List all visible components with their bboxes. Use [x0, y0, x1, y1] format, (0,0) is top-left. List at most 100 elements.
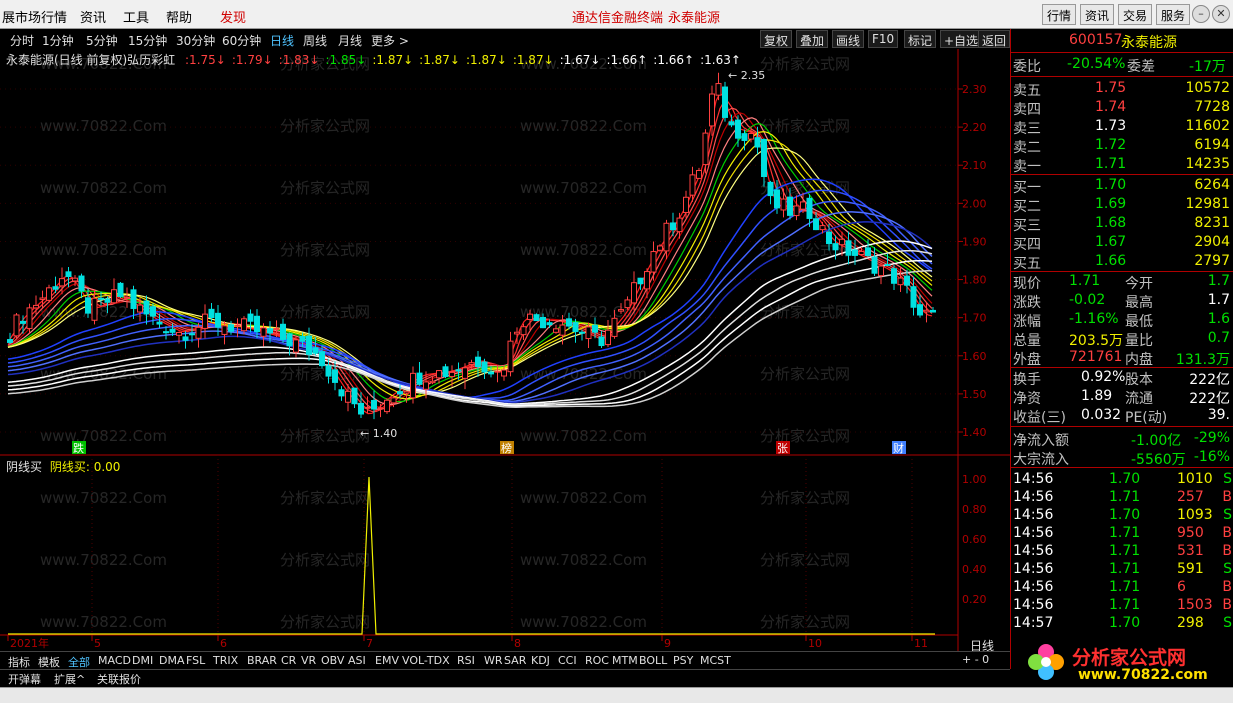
minimize-icon[interactable]: – — [1192, 5, 1210, 23]
tab-cci[interactable]: CCI — [558, 654, 577, 667]
period-more[interactable]: 更多 > — [371, 32, 409, 49]
rainbow-value: :1.87↓ — [419, 53, 460, 67]
tick-side: S — [1223, 615, 1232, 631]
tab-vr[interactable]: VR — [301, 654, 316, 667]
event-badge-label: 财 — [893, 441, 904, 455]
chart-title: 永泰能源(日线 前复权)弘历彩虹 — [6, 53, 176, 67]
candle-body — [553, 328, 559, 333]
candle-body — [878, 265, 884, 277]
f10-button[interactable]: F10 — [868, 30, 899, 48]
quote-label: 最低 — [1125, 314, 1153, 330]
tab-rsi[interactable]: RSI — [457, 654, 475, 667]
tab-vol-tdx[interactable]: VOL-TDX — [402, 654, 450, 667]
period-1min[interactable]: 1分钟 — [42, 32, 74, 49]
tab-roc[interactable]: ROC — [585, 654, 609, 667]
candle-body — [293, 339, 299, 353]
ask-label: 卖二 — [1013, 140, 1041, 156]
tab-wr[interactable]: WR — [484, 654, 503, 667]
period-5min[interactable]: 5分钟 — [86, 32, 118, 49]
tab-sar[interactable]: SAR — [504, 654, 526, 667]
expand-button[interactable]: 扩展^ — [54, 671, 85, 687]
bid-label: 买三 — [1013, 218, 1041, 234]
candle-body — [208, 308, 215, 319]
news-button[interactable]: 资讯 — [1080, 4, 1115, 25]
bid-volume: 8231 — [1194, 215, 1230, 231]
candle-body — [371, 400, 377, 410]
period-15min[interactable]: 15分钟 — [128, 32, 167, 49]
tab-kdj[interactable]: KDJ — [531, 654, 550, 667]
period-minute[interactable]: 分时 — [10, 32, 34, 49]
price-tick-label: 1.90 — [962, 235, 987, 248]
menu-bar: 展市场行情 资讯 工具 帮助 发现 通达信金融终端 永泰能源 行情 资讯 交易 … — [0, 0, 1233, 29]
period-60min[interactable]: 60分钟 — [222, 32, 261, 49]
tab-psy[interactable]: PSY — [673, 654, 693, 667]
candle-body — [689, 174, 696, 196]
tab-模板[interactable]: 模板 — [38, 654, 60, 670]
menu-discover[interactable]: 发现 — [220, 7, 246, 26]
price-tick-label: 2.20 — [962, 121, 987, 134]
quote-row: 卖三 1.73 11602 — [1011, 117, 1233, 137]
candle-body — [13, 314, 20, 337]
tab-boll[interactable]: BOLL — [639, 654, 667, 667]
tick-price: 1.71 — [1109, 579, 1141, 595]
candle-body — [585, 326, 592, 340]
menu-help[interactable]: 帮助 — [166, 7, 192, 26]
tab-emv[interactable]: EMV — [375, 654, 399, 667]
back-button[interactable]: 返回 — [978, 30, 1010, 48]
tab-macd[interactable]: MACD — [98, 654, 131, 667]
divider — [1011, 52, 1233, 53]
candle-body — [611, 317, 618, 337]
add-watchlist-button[interactable]: +自选 — [940, 30, 983, 48]
watermark-text: 分析家公式网 — [760, 551, 850, 569]
draw-button[interactable]: 画线 — [832, 30, 865, 48]
candle-body — [923, 309, 930, 313]
kline-chart[interactable]: www.70822.Com 分析家公式网 www.70822.Com 分析家公式网 ww… — [0, 49, 1010, 651]
watermark-text: 分析家公式网 — [760, 55, 850, 73]
tab-指标[interactable]: 指标 — [8, 654, 30, 670]
tab-dmi[interactable]: DMI — [132, 654, 153, 667]
tab-brar[interactable]: BRAR — [247, 654, 277, 667]
menu-market[interactable]: 展市场行情 — [2, 7, 67, 26]
indicator-tick-label: 0.60 — [962, 533, 987, 546]
zoom-controls[interactable]: + - 0 — [962, 653, 989, 666]
tab-cr[interactable]: CR — [281, 654, 296, 667]
candle-body — [26, 307, 33, 329]
adjust-button[interactable]: 复权 — [760, 30, 793, 48]
rainbow-value: :1.63↑ — [700, 53, 741, 67]
candle-body — [917, 304, 923, 316]
event-badge-label: 榜 — [501, 441, 512, 455]
tab-trix[interactable]: TRIX — [213, 654, 238, 667]
quote-row: 净流入额 -1.00亿 -29% — [1011, 429, 1233, 449]
candle-body — [715, 83, 722, 96]
period-daily[interactable]: 日线 — [270, 32, 294, 49]
rainbow-value: :1.66↑ — [653, 53, 695, 67]
tab-mcst[interactable]: MCST — [700, 654, 731, 667]
candle-body — [650, 251, 657, 273]
tick-volume: 591 — [1177, 561, 1204, 577]
close-icon[interactable]: ✕ — [1212, 5, 1230, 23]
tab-dma[interactable]: DMA — [159, 654, 185, 667]
danmaku-button[interactable]: 开弹幕 — [8, 671, 41, 687]
candle-body — [202, 313, 208, 329]
tab-obv[interactable]: OBV — [321, 654, 344, 667]
service-button[interactable]: 服务 — [1156, 4, 1191, 25]
period-30min[interactable]: 30分钟 — [176, 32, 215, 49]
overlay-button[interactable]: 叠加 — [796, 30, 829, 48]
tab-fsl[interactable]: FSL — [186, 654, 205, 667]
tab-mtm[interactable]: MTM — [612, 654, 638, 667]
menu-tools[interactable]: 工具 — [123, 7, 149, 26]
tab-全部[interactable]: 全部 — [68, 654, 90, 670]
ask-volume: 10572 — [1185, 80, 1230, 96]
period-weekly[interactable]: 周线 — [303, 32, 327, 49]
quotes-button[interactable]: 行情 — [1042, 4, 1077, 25]
mark-button[interactable]: 标记 — [904, 30, 937, 48]
candle-body — [306, 335, 312, 355]
related-quote-button[interactable]: 关联报价 — [97, 671, 141, 687]
period-monthly[interactable]: 月线 — [338, 32, 362, 49]
tab-asi[interactable]: ASI — [348, 654, 366, 667]
trade-button[interactable]: 交易 — [1118, 4, 1153, 25]
candle-body — [143, 300, 150, 315]
candle-body — [228, 324, 234, 332]
quote-row: 14:56 1.70 1093 S — [1011, 506, 1233, 526]
menu-news[interactable]: 资讯 — [80, 7, 106, 26]
